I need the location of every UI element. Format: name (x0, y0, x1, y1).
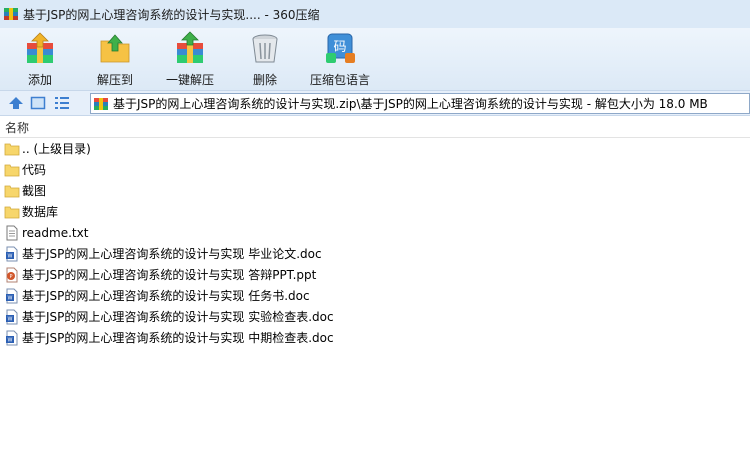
file-row[interactable]: P 基于JSP的网上心理咨询系统的设计与实现 答辩PPT.ppt (0, 264, 750, 285)
extract-to-icon (100, 34, 130, 63)
file-row[interactable]: W 基于JSP的网上心理咨询系统的设计与实现 中期检查表.doc (0, 327, 750, 348)
file-list: .. (上级目录) 代码截图数据库 readme.txt W 基于JSP的网上心理咨询系… (0, 138, 750, 348)
folder-row[interactable]: .. (上级目录) (0, 138, 750, 159)
one-click-extract-button[interactable]: 一键解压 (150, 28, 230, 90)
thumbnail-view-icon (30, 96, 46, 110)
file-name: 基于JSP的网上心理咨询系统的设计与实现 实验检查表.doc (22, 310, 334, 324)
toolbar: 添加 解压到 一键解压 删除 码 压缩包语言 (0, 28, 750, 90)
file-name: .. (上级目录) (22, 142, 91, 156)
delete-bin-icon (252, 34, 278, 63)
delete-button[interactable]: 删除 (230, 28, 300, 90)
delete-label: 删除 (252, 73, 277, 87)
extract-to-label: 解压到 (96, 73, 133, 87)
file-name: 代码 (22, 163, 47, 177)
column-header-label: 名称 (5, 120, 30, 135)
powerpoint-icon: P (6, 267, 18, 282)
svg-text:W: W (8, 253, 13, 259)
folder-icon (4, 185, 20, 197)
extract-to-button[interactable]: 解压到 (80, 28, 150, 90)
folder-icon (4, 206, 20, 218)
text-file-icon (6, 225, 18, 240)
word-doc-icon: W (6, 309, 18, 324)
word-doc-icon: W (6, 246, 18, 261)
add-archive-icon (27, 32, 53, 63)
large-icons-view-button[interactable] (28, 93, 48, 113)
file-name: readme.txt (22, 225, 89, 240)
add-button[interactable]: 添加 (0, 28, 80, 90)
file-row[interactable]: W 基于JSP的网上心理咨询系统的设计与实现 任务书.doc (0, 285, 750, 306)
up-arrow-icon (9, 97, 23, 109)
word-doc-icon: W (6, 288, 18, 303)
window-title: 基于JSP的网上心理咨询系统的设计与实现.... - 360压缩 (23, 7, 320, 22)
title-bar: 基于JSP的网上心理咨询系统的设计与实现.... - 360压缩 (0, 0, 750, 28)
file-row[interactable]: readme.txt (0, 222, 750, 243)
svg-text:W: W (8, 295, 13, 301)
archive-file-icon (94, 97, 108, 110)
file-name: 截图 (22, 184, 47, 198)
column-header-name[interactable]: 名称 (0, 117, 750, 138)
folder-icon (4, 164, 20, 176)
word-doc-icon: W (6, 330, 18, 345)
folder-row[interactable]: 数据库 (0, 201, 750, 222)
list-view-button[interactable] (52, 93, 72, 113)
file-row[interactable]: W 基于JSP的网上心理咨询系统的设计与实现 毕业论文.doc (0, 243, 750, 264)
file-name: 基于JSP的网上心理咨询系统的设计与实现 答辩PPT.ppt (22, 268, 317, 282)
svg-text:P: P (9, 274, 12, 280)
one-click-extract-label: 一键解压 (165, 73, 214, 87)
file-name: 数据库 (22, 205, 59, 219)
archive-language-label: 压缩包语言 (309, 73, 370, 87)
svg-text:W: W (8, 337, 13, 343)
folder-row[interactable]: 截图 (0, 180, 750, 201)
one-click-extract-icon (177, 31, 203, 63)
svg-text:码: 码 (333, 40, 346, 55)
folder-icon (4, 143, 20, 155)
path-text: 基于JSP的网上心理咨询系统的设计与实现.zip\基于JSP的网上心理咨询系统的… (113, 97, 708, 111)
address-bar: 基于JSP的网上心理咨询系统的设计与实现.zip\基于JSP的网上心理咨询系统的… (0, 90, 750, 116)
file-name: 基于JSP的网上心理咨询系统的设计与实现 任务书.doc (22, 289, 310, 303)
file-row[interactable]: W 基于JSP的网上心理咨询系统的设计与实现 实验检查表.doc (0, 306, 750, 327)
file-name: 基于JSP的网上心理咨询系统的设计与实现 中期检查表.doc (22, 331, 334, 345)
archive-language-icon: 码 (326, 33, 355, 63)
add-label: 添加 (27, 73, 52, 87)
path-field[interactable]: 基于JSP的网上心理咨询系统的设计与实现.zip\基于JSP的网上心理咨询系统的… (90, 93, 750, 114)
archive-app-icon (4, 8, 18, 20)
svg-text:W: W (8, 316, 13, 322)
archive-language-button[interactable]: 码 压缩包语言 (300, 28, 380, 90)
file-name: 基于JSP的网上心理咨询系统的设计与实现 毕业论文.doc (22, 247, 322, 261)
up-level-button[interactable] (6, 93, 26, 113)
folder-row[interactable]: 代码 (0, 159, 750, 180)
list-view-icon (55, 97, 69, 109)
